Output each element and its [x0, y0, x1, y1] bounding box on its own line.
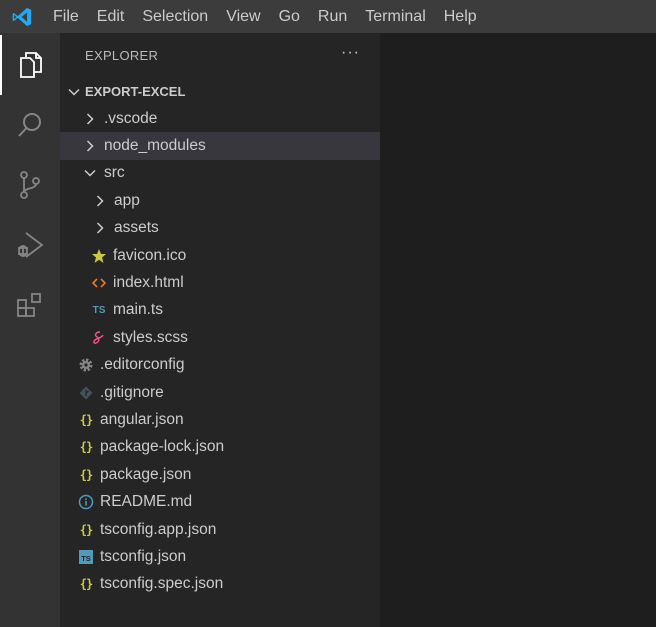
tree-item-label: src	[104, 164, 125, 182]
file-tree: .vscode node_modulessrc app assets favicon.i…	[60, 105, 380, 598]
tree-item-label: angular.json	[100, 410, 184, 428]
ts-box-icon: TS	[76, 547, 96, 567]
json-icon: {}	[79, 440, 93, 455]
tree-item-label: tsconfig.app.json	[100, 520, 217, 538]
file-item[interactable]: favicon.ico	[60, 242, 380, 269]
file-item[interactable]: {} tsconfig.spec.json	[60, 571, 380, 598]
folder-item[interactable]: src	[60, 160, 380, 187]
chevron-right-icon	[80, 136, 100, 156]
more-actions-button[interactable]: ···	[341, 44, 360, 62]
menu-terminal[interactable]: Terminal	[356, 0, 434, 33]
tree-item-label: .gitignore	[100, 383, 164, 401]
tree-item-label: tsconfig.spec.json	[100, 575, 224, 593]
file-item[interactable]: index.html	[60, 269, 380, 296]
file-item[interactable]: TS main.ts	[60, 297, 380, 324]
explorer-header: EXPLORER ···	[60, 33, 380, 78]
activity-bar	[0, 33, 60, 627]
tree-item-label: app	[114, 191, 140, 209]
json-icon: {}	[79, 412, 93, 427]
tree-item-label: favicon.ico	[113, 246, 187, 264]
explorer-icon[interactable]	[0, 35, 60, 95]
vscode-logo-icon	[0, 0, 44, 33]
search-icon[interactable]	[0, 95, 60, 155]
workspace-section-header[interactable]: EXPORT-EXCEL	[60, 78, 380, 105]
explorer-sidebar: EXPLORER ··· EXPORT-EXCEL .vscode node_mo…	[60, 33, 380, 627]
chevron-right-icon	[90, 191, 110, 211]
chevron-right-icon	[80, 109, 100, 129]
editor-area	[380, 33, 656, 627]
extensions-icon[interactable]	[0, 275, 60, 335]
folder-item[interactable]: .vscode	[60, 105, 380, 132]
file-item[interactable]: styles.scss	[60, 324, 380, 351]
file-item[interactable]: .gitignore	[60, 379, 380, 406]
git-icon	[76, 383, 96, 403]
tree-item-label: main.ts	[113, 301, 163, 319]
menu-selection[interactable]: Selection	[133, 0, 217, 33]
menu-edit[interactable]: Edit	[88, 0, 134, 33]
menu-file[interactable]: File	[44, 0, 88, 33]
menu-view[interactable]: View	[217, 0, 269, 33]
star-icon	[89, 246, 109, 266]
folder-item[interactable]: app	[60, 187, 380, 214]
menu-go[interactable]: Go	[270, 0, 309, 33]
chevron-right-icon	[90, 218, 110, 238]
file-item[interactable]: {} tsconfig.app.json	[60, 516, 380, 543]
tree-item-label: .vscode	[104, 109, 158, 127]
explorer-title: EXPLORER	[85, 48, 159, 63]
tree-item-label: tsconfig.json	[100, 547, 187, 565]
file-item[interactable]: README.md	[60, 488, 380, 515]
typescript-icon: TS	[92, 304, 106, 316]
run-debug-icon[interactable]	[0, 215, 60, 275]
file-item[interactable]: TS tsconfig.json	[60, 543, 380, 570]
json-icon: {}	[79, 577, 93, 592]
info-icon	[76, 492, 96, 512]
source-control-icon[interactable]	[0, 155, 60, 215]
workspace-title: EXPORT-EXCEL	[85, 84, 186, 99]
tree-item-label: .editorconfig	[100, 356, 185, 374]
svg-text:TS: TS	[81, 554, 91, 563]
chevron-down-icon	[65, 85, 83, 99]
tree-item-label: styles.scss	[113, 328, 188, 346]
json-icon: {}	[79, 522, 93, 537]
folder-item[interactable]: node_modules	[60, 132, 380, 160]
menu-help[interactable]: Help	[435, 0, 486, 33]
file-item[interactable]: {} angular.json	[60, 406, 380, 433]
tree-item-label: README.md	[100, 493, 193, 511]
folder-item[interactable]: assets	[60, 215, 380, 242]
chevron-down-icon	[80, 163, 100, 183]
json-icon: {}	[79, 467, 93, 482]
gear-icon	[76, 355, 96, 375]
tree-item-label: index.html	[113, 274, 184, 292]
tree-item-label: assets	[114, 219, 159, 237]
sass-icon	[89, 328, 109, 348]
menu-run[interactable]: Run	[309, 0, 356, 33]
menu-bar: File Edit Selection View Go Run Terminal Help	[0, 0, 656, 33]
tree-item-label: package-lock.json	[100, 438, 225, 456]
html-icon	[89, 273, 109, 293]
file-item[interactable]: .editorconfig	[60, 352, 380, 379]
file-item[interactable]: {} package-lock.json	[60, 434, 380, 461]
tree-item-label: package.json	[100, 465, 192, 483]
file-item[interactable]: {} package.json	[60, 461, 380, 488]
tree-item-label: node_modules	[104, 137, 206, 155]
